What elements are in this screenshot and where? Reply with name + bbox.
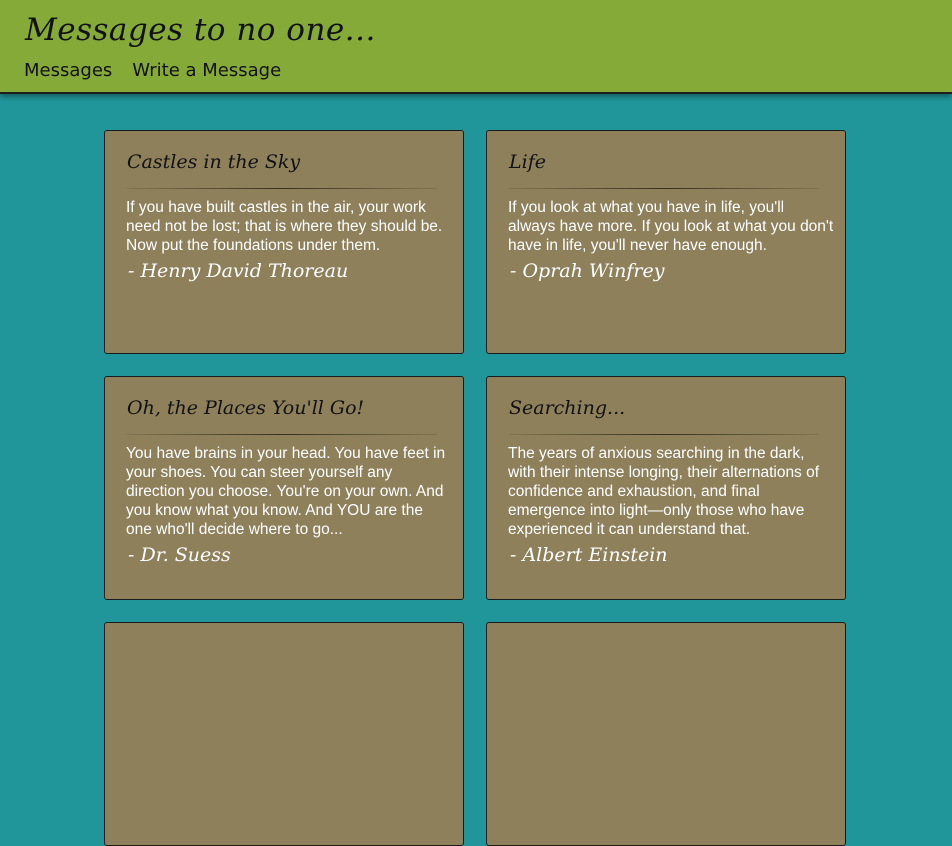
card-divider — [509, 188, 819, 189]
card-title: Oh, the Places You'll Go! — [127, 397, 365, 419]
message-card: Searching... The years of anxious search… — [486, 376, 846, 600]
message-grid: Castles in the Sky If you have built cas… — [0, 0, 952, 846]
message-card: Castles in the Sky If you have built cas… — [104, 130, 464, 354]
card-author: - Dr. Suess — [128, 544, 231, 566]
card-author: - Albert Einstein — [510, 544, 668, 566]
card-divider — [127, 434, 437, 435]
message-card: Oh, the Places You'll Go! You have brain… — [104, 376, 464, 600]
card-author: - Oprah Winfrey — [510, 260, 665, 282]
card-divider — [127, 188, 437, 189]
card-title: Searching... — [509, 397, 626, 419]
card-title: Castles in the Sky — [127, 151, 301, 173]
card-title: Life — [509, 151, 546, 173]
card-quote: The years of anxious searching in the da… — [508, 445, 820, 538]
card-divider — [509, 434, 819, 435]
message-card — [486, 622, 846, 846]
card-quote: You have brains in your head. You have f… — [126, 445, 446, 538]
message-card — [104, 622, 464, 846]
message-card: Life If you look at what you have in lif… — [486, 130, 846, 354]
card-quote: If you look at what you have in life, yo… — [508, 199, 834, 254]
card-quote: If you have built castles in the air, yo… — [126, 199, 443, 254]
card-author: - Henry David Thoreau — [128, 260, 349, 282]
